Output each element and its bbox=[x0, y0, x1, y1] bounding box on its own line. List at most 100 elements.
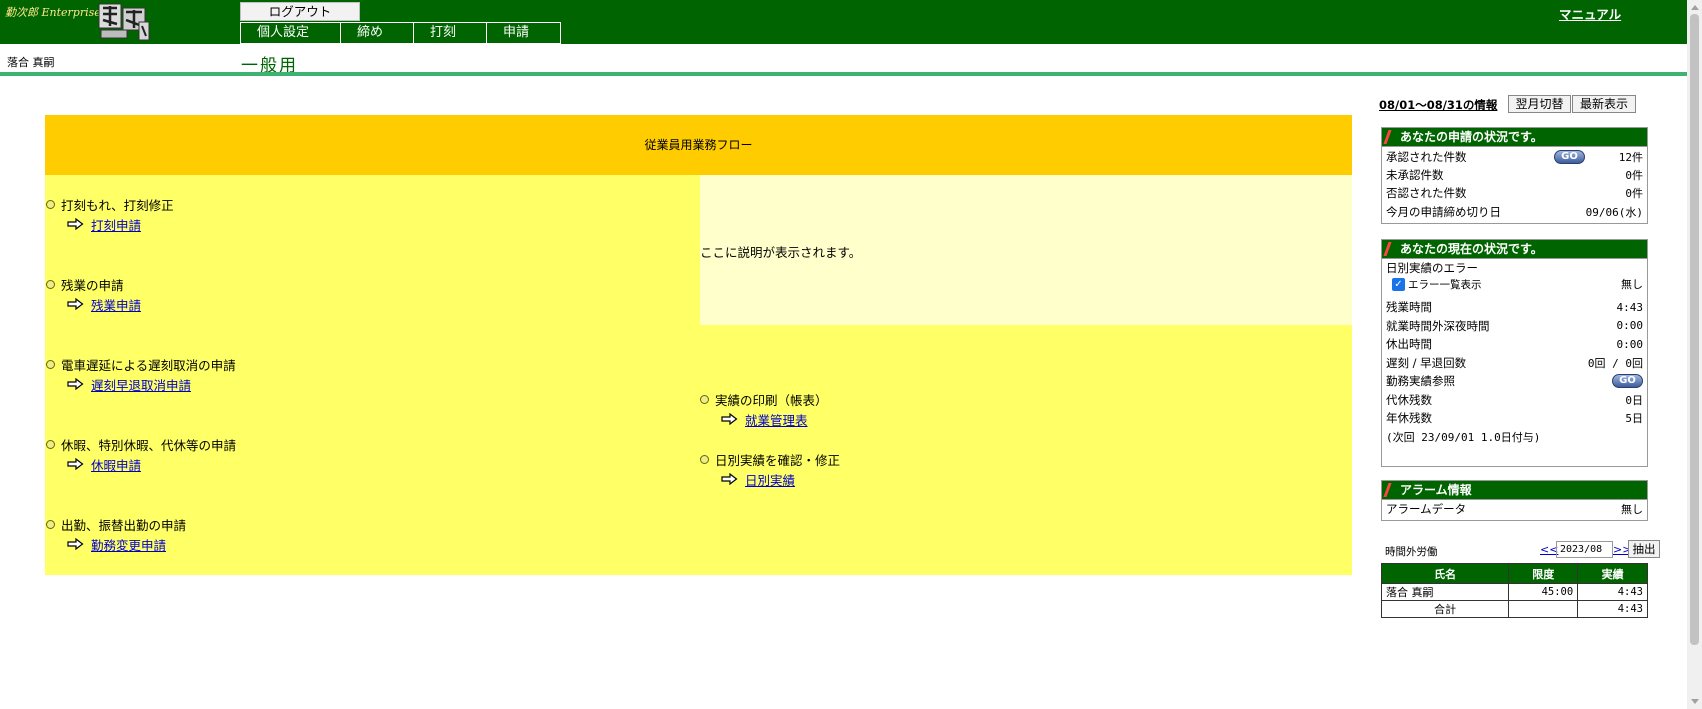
alarm-box: アラーム情報 アラームデータ 無し bbox=[1381, 480, 1648, 521]
scroll-thumb[interactable] bbox=[1690, 14, 1699, 645]
checkbox-checked-icon[interactable]: ✓ bbox=[1392, 277, 1405, 291]
approved-go-button[interactable]: GO bbox=[1554, 149, 1585, 164]
flow-item-work-change: 出勤、振替出勤の申請 勤務変更申請 bbox=[46, 516, 187, 554]
overtime-label: 残業時間 bbox=[1386, 300, 1432, 315]
flow-item-label: 残業の申請 bbox=[61, 277, 124, 293]
box-title: あなたの現在の状況です。 bbox=[1400, 242, 1543, 256]
flow-item-print: 実績の印刷（帳表） 就業管理表 bbox=[700, 391, 828, 429]
deadline-value: 09/06(水) bbox=[1585, 205, 1643, 219]
kinjiro-logo bbox=[98, 3, 150, 41]
pending-count-value: 0件 bbox=[1625, 168, 1643, 182]
stamp-application-link[interactable]: 打刻申請 bbox=[91, 215, 141, 234]
bullet-icon bbox=[46, 519, 55, 529]
late-early-value: 0回 / 0回 bbox=[1587, 356, 1643, 370]
slash-icon bbox=[1383, 242, 1392, 256]
title-underline bbox=[0, 72, 1687, 76]
late-early-cancel-link[interactable]: 遅刻早退取消申請 bbox=[91, 375, 191, 394]
flow-item-leave: 休暇、特別休暇、代休等の申請 休暇申請 bbox=[46, 436, 237, 474]
table-row: 落合 真嗣 45:00 4:43 bbox=[1380, 583, 1648, 601]
menu-item-personal-settings[interactable]: 個人設定 bbox=[241, 23, 341, 43]
approved-count-label: 承認された件数 bbox=[1386, 149, 1467, 164]
total-label: 合計 bbox=[1380, 600, 1510, 618]
arrow-right-icon bbox=[67, 298, 84, 310]
arrow-right-icon bbox=[721, 473, 738, 485]
flow-item-late-cancel: 電車遅延による遅刻取消の申請 遅刻早退取消申請 bbox=[46, 356, 236, 394]
late-night-value: 0:00 bbox=[1616, 319, 1644, 333]
arrow-right-icon bbox=[67, 218, 84, 230]
month-input[interactable]: 2023/08 bbox=[1556, 541, 1613, 558]
row-name: 落合 真嗣 bbox=[1380, 583, 1510, 601]
flow-item-label: 出勤、振替出勤の申請 bbox=[61, 517, 187, 533]
table-total-row: 合計 4:43 bbox=[1380, 600, 1648, 618]
description-text: ここに説明が表示されます。 bbox=[700, 245, 862, 260]
box-title: あなたの申請の状況です。 bbox=[1400, 130, 1543, 144]
header-limit: 限度 bbox=[1508, 563, 1579, 584]
holiday-work-value: 0:00 bbox=[1616, 337, 1644, 351]
bullet-icon bbox=[46, 199, 55, 209]
current-status-box: あなたの現在の状況です。 日別実績のエラー ✓ エラー一覧表示 無し 残業時間 4… bbox=[1381, 239, 1648, 467]
total-limit bbox=[1508, 600, 1579, 618]
main-menu: 個人設定 締め 打刻 申請 bbox=[240, 22, 561, 44]
user-name: 落合 真嗣 bbox=[7, 56, 55, 69]
rejected-count-value: 0件 bbox=[1625, 187, 1643, 201]
flow-item-label: 実績の印刷（帳表） bbox=[715, 392, 828, 408]
extract-button[interactable]: 抽出 bbox=[1628, 540, 1660, 558]
comp-leave-value: 0日 bbox=[1625, 393, 1643, 407]
next-month-button[interactable]: 翌月切替 bbox=[1508, 95, 1571, 113]
alarm-data-value: 無し bbox=[1621, 503, 1643, 517]
flow-item-label: 電車遅延による遅刻取消の申請 bbox=[61, 357, 236, 373]
record-ref-go-button[interactable]: GO bbox=[1612, 374, 1643, 389]
arrow-right-icon bbox=[721, 413, 738, 425]
bullet-icon bbox=[700, 454, 709, 464]
pending-count-label: 未承認件数 bbox=[1386, 167, 1444, 182]
rejected-count-label: 否認された件数 bbox=[1386, 186, 1467, 201]
arrow-right-icon bbox=[67, 378, 84, 390]
late-night-label: 就業時間外深夜時間 bbox=[1386, 318, 1490, 333]
total-actual: 4:43 bbox=[1577, 600, 1648, 618]
flow-item-stamp: 打刻もれ、打刻修正 打刻申請 bbox=[46, 196, 174, 234]
daily-error-label: 日別実績のエラー bbox=[1386, 261, 1478, 275]
top-header: 勤次郎 Enterprise ログアウト 個人設定 締め 打刻 申請 マニュアル bbox=[0, 0, 1687, 44]
overtime-table: 氏名 限度 実績 落合 真嗣 45:00 4:43 合計 4:43 bbox=[1380, 563, 1648, 618]
flow-item-label: 日別実績を確認・修正 bbox=[715, 452, 841, 468]
header-actual: 実績 bbox=[1577, 563, 1648, 584]
flow-item-overtime: 残業の申請 残業申請 bbox=[46, 276, 141, 314]
scroll-up-icon[interactable] bbox=[1691, 5, 1699, 10]
applications-status-box: あなたの申請の状況です。 承認された件数 GO 12件 未承認件数 0件 否認され… bbox=[1381, 127, 1648, 224]
overtime-value: 4:43 bbox=[1616, 300, 1644, 314]
brand-text: 勤次郎 Enterprise bbox=[5, 6, 101, 19]
overtime-application-link[interactable]: 残業申請 bbox=[91, 295, 141, 314]
work-change-application-link[interactable]: 勤務変更申請 bbox=[91, 535, 166, 554]
leave-application-link[interactable]: 休暇申請 bbox=[91, 455, 141, 474]
scroll-down-icon[interactable] bbox=[1691, 699, 1699, 704]
work-management-report-link[interactable]: 就業管理表 bbox=[745, 410, 808, 429]
row-limit: 45:00 bbox=[1508, 583, 1579, 601]
menu-item-stamp[interactable]: 打刻 bbox=[414, 23, 487, 43]
menu-item-closing[interactable]: 締め bbox=[341, 23, 414, 43]
slash-icon bbox=[1383, 483, 1392, 497]
flow-item-label: 休暇、特別休暇、代休等の申請 bbox=[61, 437, 237, 453]
period-info-link[interactable]: 08/01〜08/31の情報 bbox=[1379, 97, 1497, 113]
flow-item-daily: 日別実績を確認・修正 日別実績 bbox=[700, 451, 841, 489]
arrow-right-icon bbox=[67, 538, 84, 550]
next-grant-note: (次回 23/09/01 1.0日付与) bbox=[1386, 430, 1541, 444]
bullet-icon bbox=[700, 394, 709, 404]
logout-button[interactable]: ログアウト bbox=[240, 2, 360, 21]
bullet-icon bbox=[46, 439, 55, 449]
bullet-icon bbox=[46, 279, 55, 289]
refresh-button[interactable]: 最新表示 bbox=[1572, 95, 1636, 113]
daily-record-link[interactable]: 日別実績 bbox=[745, 470, 795, 489]
menu-item-application[interactable]: 申請 bbox=[487, 23, 560, 43]
annual-leave-label: 年休残数 bbox=[1386, 411, 1432, 426]
late-early-label: 遅刻 / 早退回数 bbox=[1386, 355, 1467, 370]
deadline-label: 今月の申請締め切り日 bbox=[1386, 204, 1501, 219]
manual-link[interactable]: マニュアル bbox=[1559, 4, 1621, 23]
arrow-right-icon bbox=[67, 458, 84, 470]
holiday-work-label: 休出時間 bbox=[1386, 337, 1432, 352]
vertical-scrollbar[interactable] bbox=[1687, 0, 1702, 709]
row-actual: 4:43 bbox=[1577, 583, 1648, 601]
table-header-row: 氏名 限度 実績 bbox=[1380, 563, 1648, 584]
comp-leave-label: 代休残数 bbox=[1386, 392, 1432, 407]
flow-item-label: 打刻もれ、打刻修正 bbox=[61, 197, 174, 213]
slash-icon bbox=[1383, 130, 1392, 144]
